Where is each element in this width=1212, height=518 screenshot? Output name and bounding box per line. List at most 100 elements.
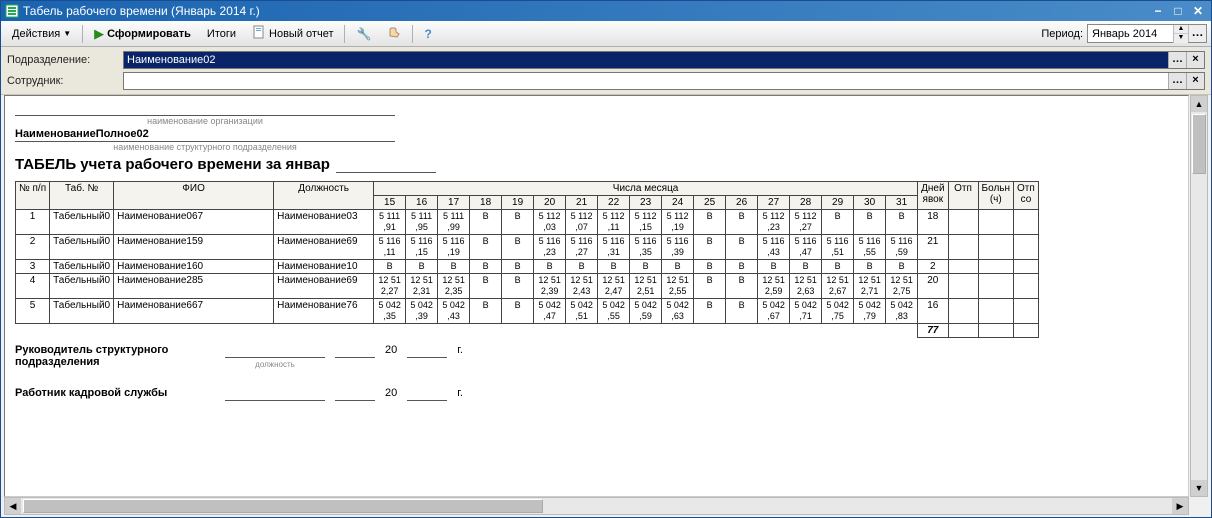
table-row: 2Табельный0Наименование159Наименование69… [16, 235, 1039, 260]
scroll-down-icon[interactable]: ▼ [1191, 480, 1207, 496]
col-day: 28 [790, 196, 822, 210]
day-cell: 5 116 ,27 [566, 235, 598, 260]
cell-days-worked: 20 [918, 274, 948, 299]
day-cell: В [758, 260, 790, 274]
wrench-icon: 🔧 [356, 27, 371, 41]
day-cell: 12 51 2,75 [886, 274, 918, 299]
cell-tab: Табельный0 [50, 260, 114, 274]
day-cell: 5 116 ,39 [662, 235, 694, 260]
settings-button[interactable]: 🔧 [349, 24, 378, 44]
scroll-thumb-h[interactable] [23, 499, 543, 513]
day-cell: В [822, 210, 854, 235]
generate-button[interactable]: ▶ Сформировать [87, 23, 198, 45]
department-hint: наименование структурного подразделения [15, 142, 395, 152]
day-cell: 5 116 ,23 [534, 235, 566, 260]
new-report-label: Новый отчет [269, 28, 333, 40]
col-tab: Таб. № [50, 182, 114, 210]
day-cell: 12 51 2,63 [790, 274, 822, 299]
maximize-button[interactable]: □ [1169, 3, 1187, 19]
filter-bar: Подразделение: … × Сотрудник: … × [1, 47, 1211, 95]
day-cell: 12 51 2,43 [566, 274, 598, 299]
day-cell: В [886, 260, 918, 274]
employee-label: Сотрудник: [7, 75, 117, 87]
cell-fio: Наименование285 [114, 274, 274, 299]
vertical-scrollbar[interactable]: ▲ ▼ [1190, 95, 1208, 497]
employee-input[interactable] [124, 73, 1168, 89]
day-cell: В [502, 235, 534, 260]
period-input[interactable] [1088, 25, 1173, 42]
toolbar: Действия ▼ ▶ Сформировать Итоги Новый от… [1, 21, 1211, 47]
day-cell: 5 042 ,67 [758, 299, 790, 324]
scroll-up-icon[interactable]: ▲ [1191, 96, 1207, 112]
col-day: 15 [374, 196, 406, 210]
period-picker-button[interactable]: … [1188, 25, 1206, 42]
cell-days-worked: 21 [918, 235, 948, 260]
department-clear-button[interactable]: × [1186, 52, 1204, 68]
cell-fio: Наименование159 [114, 235, 274, 260]
day-cell: В [470, 274, 502, 299]
day-cell: 5 112 ,07 [566, 210, 598, 235]
col-day: 22 [598, 196, 630, 210]
day-cell: В [502, 210, 534, 235]
day-cell: 12 51 2,39 [534, 274, 566, 299]
day-cell: 5 111 ,91 [374, 210, 406, 235]
help-icon: ? [424, 27, 431, 41]
department-picker-button[interactable]: … [1168, 52, 1186, 68]
cell-days-worked: 2 [918, 260, 948, 274]
col-day: 30 [854, 196, 886, 210]
department-input[interactable] [124, 52, 1168, 68]
day-cell: 5 116 ,51 [822, 235, 854, 260]
period-up-button[interactable]: ▲ [1174, 25, 1188, 34]
department-full-name: НаименованиеПолное02 [15, 128, 395, 142]
tool-button-extra[interactable] [380, 22, 408, 45]
report-title: ТАБЕЛЬ учета рабочего времени за январ [15, 156, 330, 173]
day-cell: В [694, 235, 726, 260]
actions-menu[interactable]: Действия ▼ [5, 25, 78, 43]
day-cell: 5 116 ,43 [758, 235, 790, 260]
dropdown-icon: ▼ [63, 29, 71, 38]
scroll-right-icon[interactable]: ▶ [1172, 498, 1188, 514]
total-spacer [16, 324, 918, 338]
signature-position-hint: должность [225, 360, 325, 369]
day-cell: 5 116 ,47 [790, 235, 822, 260]
day-cell: 5 116 ,59 [886, 235, 918, 260]
day-cell: 5 112 ,03 [534, 210, 566, 235]
cell-no: 3 [16, 260, 50, 274]
day-cell: 5 116 ,55 [854, 235, 886, 260]
scroll-left-icon[interactable]: ◀ [5, 498, 21, 514]
totals-button[interactable]: Итоги [200, 25, 243, 43]
day-cell: В [854, 210, 886, 235]
col-day: 31 [886, 196, 918, 210]
col-day: 21 [566, 196, 598, 210]
cell-post: Наименование69 [274, 235, 374, 260]
day-cell: 5 112 ,15 [630, 210, 662, 235]
employee-clear-button[interactable]: × [1186, 73, 1204, 89]
new-report-button[interactable]: Новый отчет [245, 22, 340, 45]
day-cell: 5 116 ,35 [630, 235, 662, 260]
close-button[interactable]: ✕ [1189, 3, 1207, 19]
total-days: 77 [918, 324, 948, 338]
day-cell: 12 51 2,35 [438, 274, 470, 299]
cell-empty [1014, 274, 1039, 299]
cell-post: Наименование03 [274, 210, 374, 235]
minimize-button[interactable]: − [1149, 3, 1167, 19]
cell-empty [1014, 299, 1039, 324]
day-cell: В [854, 260, 886, 274]
help-button[interactable]: ? [417, 24, 438, 44]
day-cell: В [406, 260, 438, 274]
cell-post: Наименование69 [274, 274, 374, 299]
col-otp: Отп [948, 182, 978, 210]
col-otp-so: Отп со [1014, 182, 1039, 210]
period-down-button[interactable]: ▼ [1174, 34, 1188, 43]
day-cell: 12 51 2,71 [854, 274, 886, 299]
day-cell: 5 112 ,11 [598, 210, 630, 235]
employee-picker-button[interactable]: … [1168, 73, 1186, 89]
day-cell: 12 51 2,31 [406, 274, 438, 299]
horizontal-scrollbar[interactable]: ◀ ▶ [4, 497, 1189, 515]
scroll-thumb-v[interactable] [1192, 114, 1206, 174]
day-cell: 5 042 ,39 [406, 299, 438, 324]
day-cell: В [470, 299, 502, 324]
organization-hint: наименование организации [15, 116, 395, 126]
day-cell: 5 042 ,43 [438, 299, 470, 324]
window-title: Табель рабочего времени (Январь 2014 г.) [23, 4, 260, 18]
